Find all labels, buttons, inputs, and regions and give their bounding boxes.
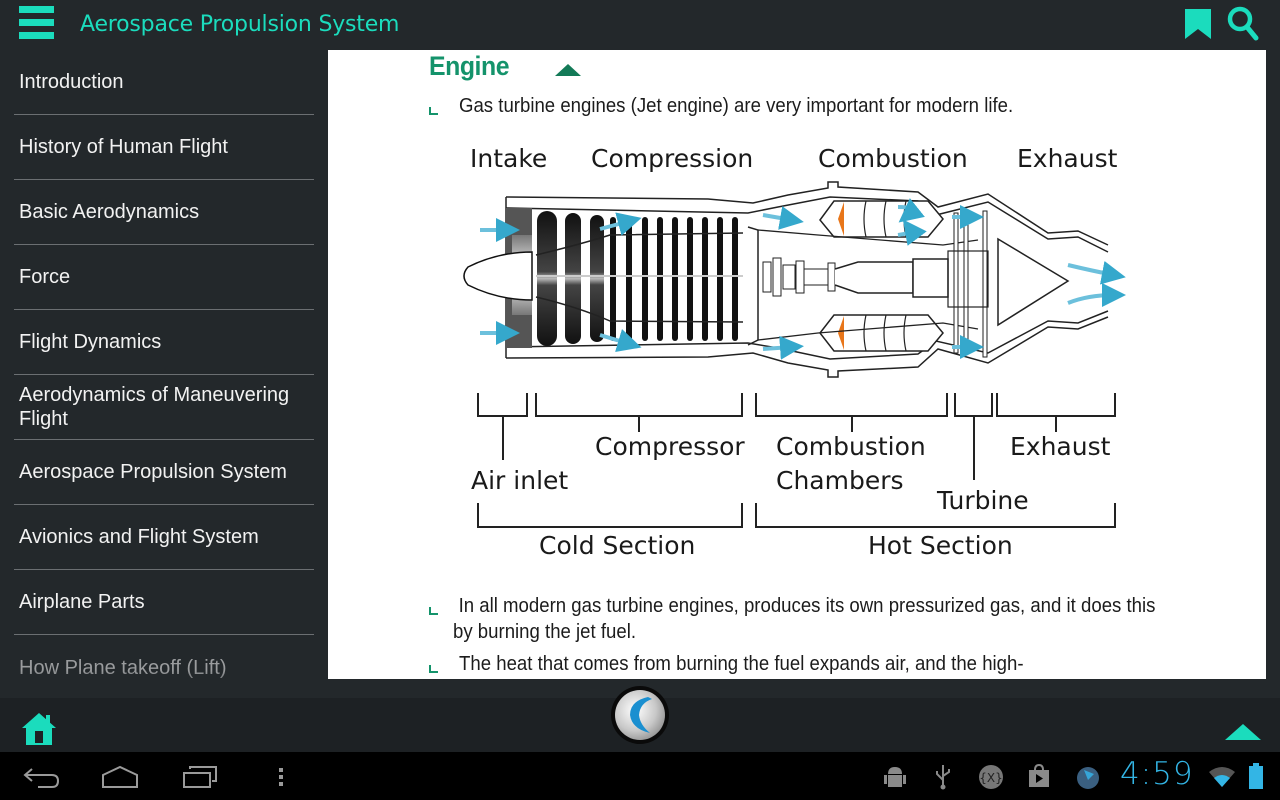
section-title: Engine	[429, 51, 510, 81]
sidebar-item-label: Force	[19, 266, 71, 288]
wifi-icon[interactable]	[1208, 766, 1236, 788]
stage-label-exhaust: Exhaust	[1017, 144, 1118, 173]
bullet-text: The heat that comes from burning the fue…	[459, 653, 1024, 675]
label-exhaust: Exhaust	[1010, 432, 1111, 461]
app-title: Aerospace Propulsion System	[80, 12, 400, 37]
sidebar-item-label: Airplane Parts	[19, 591, 145, 613]
caret-up-icon[interactable]	[555, 64, 581, 76]
sidebar-item-airplane-parts[interactable]: Airplane Parts	[14, 570, 314, 635]
label-cold-section: Cold Section	[539, 531, 695, 560]
sidebar-item-label: Aerospace Propulsion System	[19, 461, 287, 483]
bullet-icon	[429, 607, 438, 615]
home-nav-icon[interactable]	[101, 765, 139, 789]
sidebar-item-label: Flight Dynamics	[19, 331, 162, 353]
label-chambers: Chambers	[776, 466, 904, 495]
bookmark-icon[interactable]	[1184, 8, 1212, 40]
sidebar-item-label: History of Human Flight	[19, 136, 228, 158]
combustion-chamber-bottom	[819, 314, 944, 352]
sidebar-item-propulsion[interactable]: Aerospace Propulsion System	[14, 440, 314, 505]
android-debug-icon[interactable]	[884, 764, 906, 790]
label-compressor: Compressor	[595, 432, 745, 461]
sidebar-item-avionics[interactable]: Avionics and Flight System	[14, 505, 314, 570]
sidebar-item-label: Introduction	[19, 71, 124, 93]
sidebar-item-basic-aerodynamics[interactable]: Basic Aerodynamics	[14, 180, 314, 245]
hamburger-menu-icon[interactable]	[19, 6, 55, 40]
action-bar: Aerospace Propulsion System	[0, 0, 1280, 50]
sidebar-item-takeoff[interactable]: How Plane takeoff (Lift)	[14, 635, 314, 698]
stage-label-combustion: Combustion	[818, 144, 968, 173]
status-clock: 4:59	[1120, 756, 1194, 792]
sidebar-item-introduction[interactable]: Introduction	[14, 50, 314, 115]
svg-text:{X}: {X}	[979, 771, 1003, 785]
chapter-sidebar[interactable]: Introduction History of Human Flight Bas…	[0, 50, 328, 698]
combustion-chamber-top	[819, 200, 944, 238]
label-turbine: Turbine	[936, 486, 1029, 515]
jet-engine-diagram: Intake Compression Combustion Exhaust Co…	[463, 144, 1126, 560]
battery-icon[interactable]	[1248, 762, 1264, 790]
system-navigation-bar: {X} 4:59	[0, 752, 1280, 800]
xposed-icon[interactable]: {X}	[978, 764, 1004, 790]
stage-label-intake: Intake	[470, 144, 547, 173]
sidebar-item-label: Aerodynamics of Maneuvering Flight	[19, 384, 290, 430]
sidebar-item-maneuvering-flight[interactable]: Aerodynamics of Maneuvering Flight	[14, 375, 314, 440]
label-air-inlet: Air inlet	[471, 466, 568, 495]
stage-label-compression: Compression	[591, 144, 753, 173]
label-combustion: Combustion	[776, 432, 926, 461]
content-panel[interactable]: Engine Gas turbine engines (Jet engine) …	[328, 50, 1266, 679]
home-icon[interactable]	[21, 712, 57, 746]
app-window: Aerospace Propulsion System Introduction…	[0, 0, 1280, 800]
app-notification-icon[interactable]	[1076, 764, 1100, 790]
search-icon[interactable]	[1227, 6, 1259, 42]
turbine-discs	[947, 210, 989, 358]
bullet-text: In all modern gas turbine engines, produ…	[453, 595, 1156, 643]
bullet-icon	[429, 665, 438, 673]
bullet-icon	[429, 107, 438, 115]
recent-apps-icon[interactable]	[182, 765, 220, 789]
app-logo-icon[interactable]	[610, 685, 670, 745]
sidebar-item-label: How Plane takeoff (Lift)	[19, 656, 227, 679]
sidebar-item-force[interactable]: Force	[14, 245, 314, 310]
bullet-text: Gas turbine engines (Jet engine) are ver…	[459, 95, 1014, 117]
sidebar-item-label: Basic Aerodynamics	[19, 201, 200, 223]
sidebar-item-label: Avionics and Flight System	[19, 526, 259, 548]
usb-icon[interactable]	[934, 764, 952, 790]
back-icon[interactable]	[22, 766, 60, 788]
bottom-app-bar	[0, 686, 1280, 752]
sidebar-item-history[interactable]: History of Human Flight	[14, 115, 314, 180]
overflow-menu-icon[interactable]	[278, 767, 284, 787]
play-store-icon[interactable]	[1028, 764, 1050, 788]
sidebar-item-flight-dynamics[interactable]: Flight Dynamics	[14, 310, 314, 375]
scroll-top-icon[interactable]	[1225, 724, 1261, 740]
label-hot-section: Hot Section	[868, 531, 1013, 560]
